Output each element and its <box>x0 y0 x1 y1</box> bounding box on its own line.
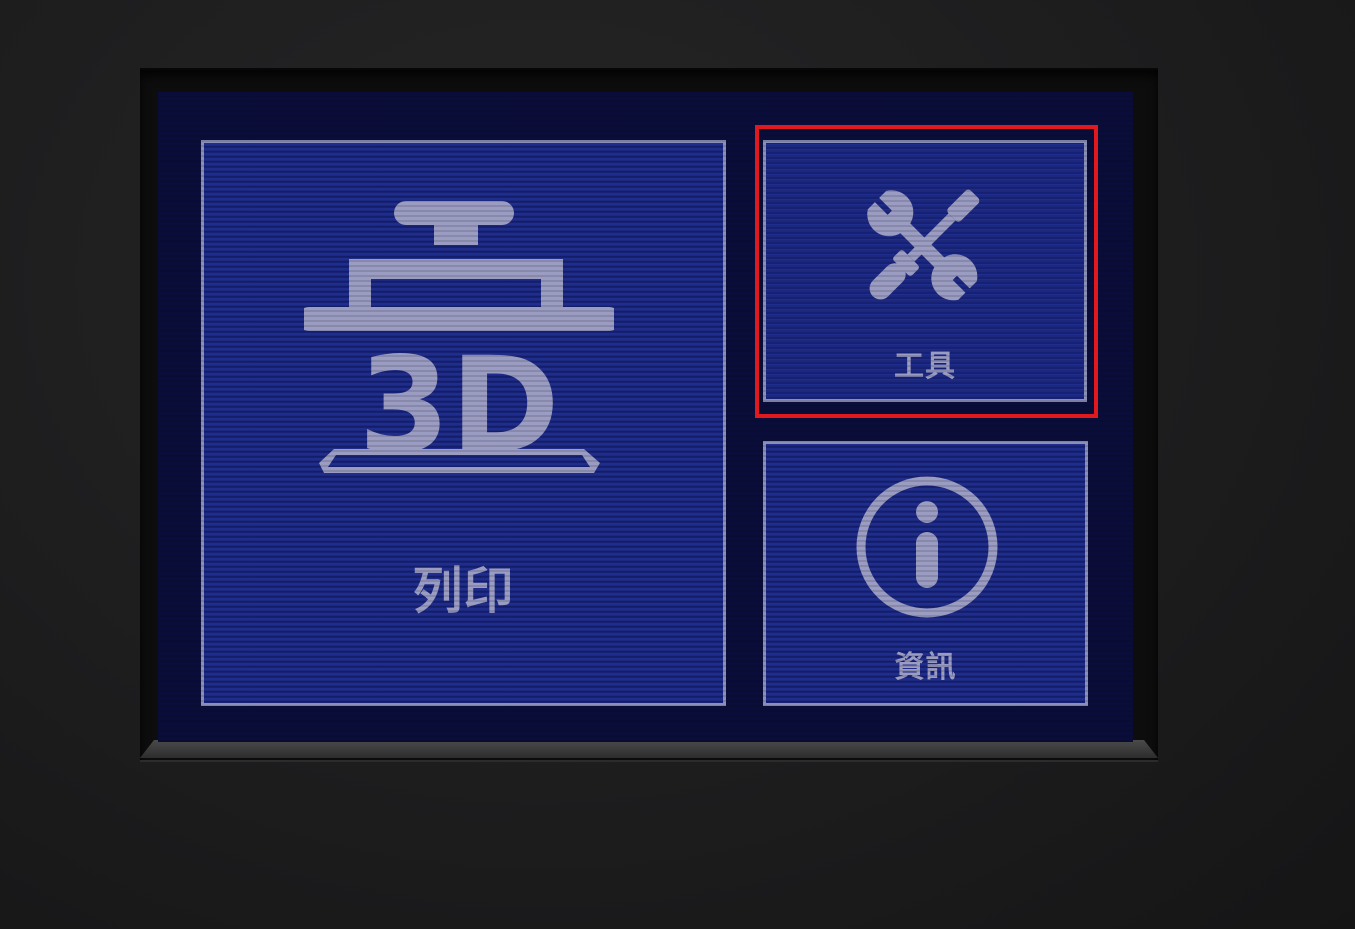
3d-label-text: 3D <box>358 329 559 483</box>
info-icon <box>856 476 998 618</box>
print-tile-button[interactable]: 3D 列印 <box>201 140 726 706</box>
info-label: 資訊 <box>894 650 957 685</box>
tools-tile-button[interactable]: 工具 <box>763 140 1087 402</box>
tools-icon <box>867 189 980 301</box>
touch-screen: 3D 列印 工具 資訊 <box>158 92 1133 742</box>
tools-label: 工具 <box>894 349 956 384</box>
3d-printer-icon: 3D <box>304 201 614 483</box>
info-tile-button[interactable]: 資訊 <box>763 441 1088 706</box>
bezel-lip <box>140 740 1158 758</box>
printer-device-panel: 3D 列印 工具 資訊 <box>0 0 1355 929</box>
print-label: 列印 <box>412 562 515 620</box>
